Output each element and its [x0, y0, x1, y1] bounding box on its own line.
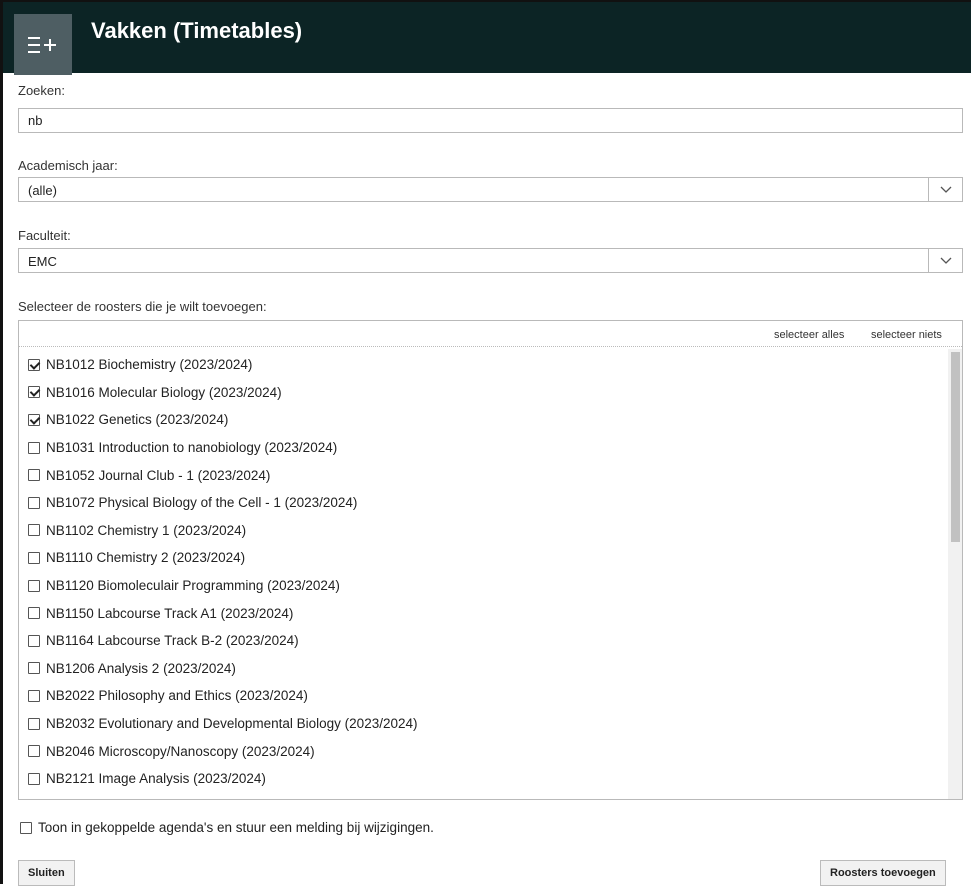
item-checkbox[interactable]	[28, 745, 40, 758]
chevron-down-icon[interactable]	[928, 248, 962, 273]
list-item[interactable]: NB1110 Chemistry 2 (2023/2024)	[19, 544, 949, 572]
item-checkbox[interactable]	[28, 607, 40, 620]
chevron-down-icon[interactable]	[928, 177, 962, 202]
item-label: NB1150 Labcourse Track A1 (2023/2024)	[46, 605, 294, 621]
list-item[interactable]: NB2121 Image Analysis (2023/2024)	[19, 765, 949, 793]
list-item[interactable]: NB2032 Evolutionary and Developmental Bi…	[19, 710, 949, 738]
list-item[interactable]: NB1150 Labcourse Track A1 (2023/2024)	[19, 599, 949, 627]
item-checkbox[interactable]	[28, 386, 40, 399]
page-title: Vakken (Timetables)	[91, 18, 303, 43]
list-item[interactable]: NB1012 Biochemistry (2023/2024)	[19, 351, 949, 379]
add-timetables-button[interactable]: Roosters toevoegen	[820, 860, 946, 886]
item-checkbox[interactable]	[28, 717, 40, 730]
year-select[interactable]: (alle)	[18, 177, 963, 202]
item-label: NB1120 Biomoleculair Programming (2023/2…	[46, 578, 340, 594]
item-label: NB1164 Labcourse Track B-2 (2023/2024)	[46, 633, 299, 649]
faculty-select[interactable]: EMC	[18, 248, 963, 273]
menu-add-icon	[28, 37, 56, 53]
timetable-list: selecteer alles selecteer niets NB1012 B…	[18, 320, 963, 800]
notify-option[interactable]: Toon in gekoppelde agenda's en stuur een…	[20, 820, 434, 835]
item-checkbox[interactable]	[28, 524, 40, 537]
select-none-link[interactable]: selecteer niets	[871, 329, 942, 341]
item-checkbox[interactable]	[28, 496, 40, 509]
item-label: NB1022 Genetics (2023/2024)	[46, 412, 229, 428]
list-toolbar: selecteer alles selecteer niets	[19, 321, 962, 347]
item-label: NB1016 Molecular Biology (2023/2024)	[46, 384, 282, 400]
item-label: NB2121 Image Analysis (2023/2024)	[46, 771, 266, 787]
item-label: NB1031 Introduction to nanobiology (2023…	[46, 440, 338, 456]
list-item[interactable]: NB1206 Analysis 2 (2023/2024)	[19, 655, 949, 683]
list-item[interactable]: NB1120 Biomoleculair Programming (2023/2…	[19, 572, 949, 600]
close-button[interactable]: Sluiten	[18, 860, 75, 886]
list-item[interactable]: NB2046 Microscopy/Nanoscopy (2023/2024)	[19, 737, 949, 765]
list-item[interactable]: NB1052 Journal Club - 1 (2023/2024)	[19, 461, 949, 489]
select-all-link[interactable]: selecteer alles	[774, 329, 844, 341]
notify-label: Toon in gekoppelde agenda's en stuur een…	[38, 820, 434, 835]
list-item[interactable]: NB1016 Molecular Biology (2023/2024)	[19, 379, 949, 407]
item-label: NB2046 Microscopy/Nanoscopy (2023/2024)	[46, 743, 315, 759]
dialog-header: Vakken (Timetables)	[3, 2, 971, 75]
item-checkbox[interactable]	[28, 579, 40, 592]
item-checkbox[interactable]	[28, 413, 40, 426]
item-label: NB1110 Chemistry 2 (2023/2024)	[46, 550, 246, 566]
list-item[interactable]: NB1072 Physical Biology of the Cell - 1 …	[19, 489, 949, 517]
scrollbar-thumb[interactable]	[951, 352, 960, 542]
item-checkbox[interactable]	[28, 772, 40, 785]
item-label: NB2032 Evolutionary and Developmental Bi…	[46, 716, 418, 732]
item-checkbox[interactable]	[28, 441, 40, 454]
item-label: NB2022 Philosophy and Ethics (2023/2024)	[46, 688, 308, 704]
list-item[interactable]: NB2022 Philosophy and Ethics (2023/2024)	[19, 682, 949, 710]
list-item[interactable]: NB1031 Introduction to nanobiology (2023…	[19, 434, 949, 462]
timetable-items: NB1012 Biochemistry (2023/2024) NB1016 Mo…	[19, 351, 949, 793]
item-checkbox[interactable]	[28, 634, 40, 647]
faculty-select-value: EMC	[28, 254, 57, 269]
notify-checkbox[interactable]	[20, 821, 32, 834]
search-label: Zoeken:	[18, 83, 65, 98]
list-item[interactable]: NB1102 Chemistry 1 (2023/2024)	[19, 517, 949, 545]
list-item[interactable]: NB1164 Labcourse Track B-2 (2023/2024)	[19, 627, 949, 655]
item-checkbox[interactable]	[28, 662, 40, 675]
item-checkbox[interactable]	[28, 551, 40, 564]
item-label: NB1052 Journal Club - 1 (2023/2024)	[46, 467, 271, 483]
year-label: Academisch jaar:	[18, 158, 118, 173]
item-label: NB1102 Chemistry 1 (2023/2024)	[46, 522, 247, 538]
list-label: Selecteer de roosters die je wilt toevoe…	[18, 299, 267, 314]
item-checkbox[interactable]	[28, 689, 40, 702]
list-item[interactable]: NB1022 Genetics (2023/2024)	[19, 406, 949, 434]
item-checkbox[interactable]	[28, 358, 40, 371]
list-scrollbar[interactable]	[948, 349, 962, 799]
item-label: NB1072 Physical Biology of the Cell - 1 …	[46, 495, 358, 511]
item-label: NB1012 Biochemistry (2023/2024)	[46, 357, 253, 373]
year-select-value: (alle)	[28, 183, 57, 198]
item-checkbox[interactable]	[28, 469, 40, 482]
item-label: NB1206 Analysis 2 (2023/2024)	[46, 660, 236, 676]
faculty-label: Faculteit:	[18, 228, 71, 243]
search-input[interactable]	[18, 108, 963, 133]
menu-button[interactable]	[14, 14, 72, 75]
